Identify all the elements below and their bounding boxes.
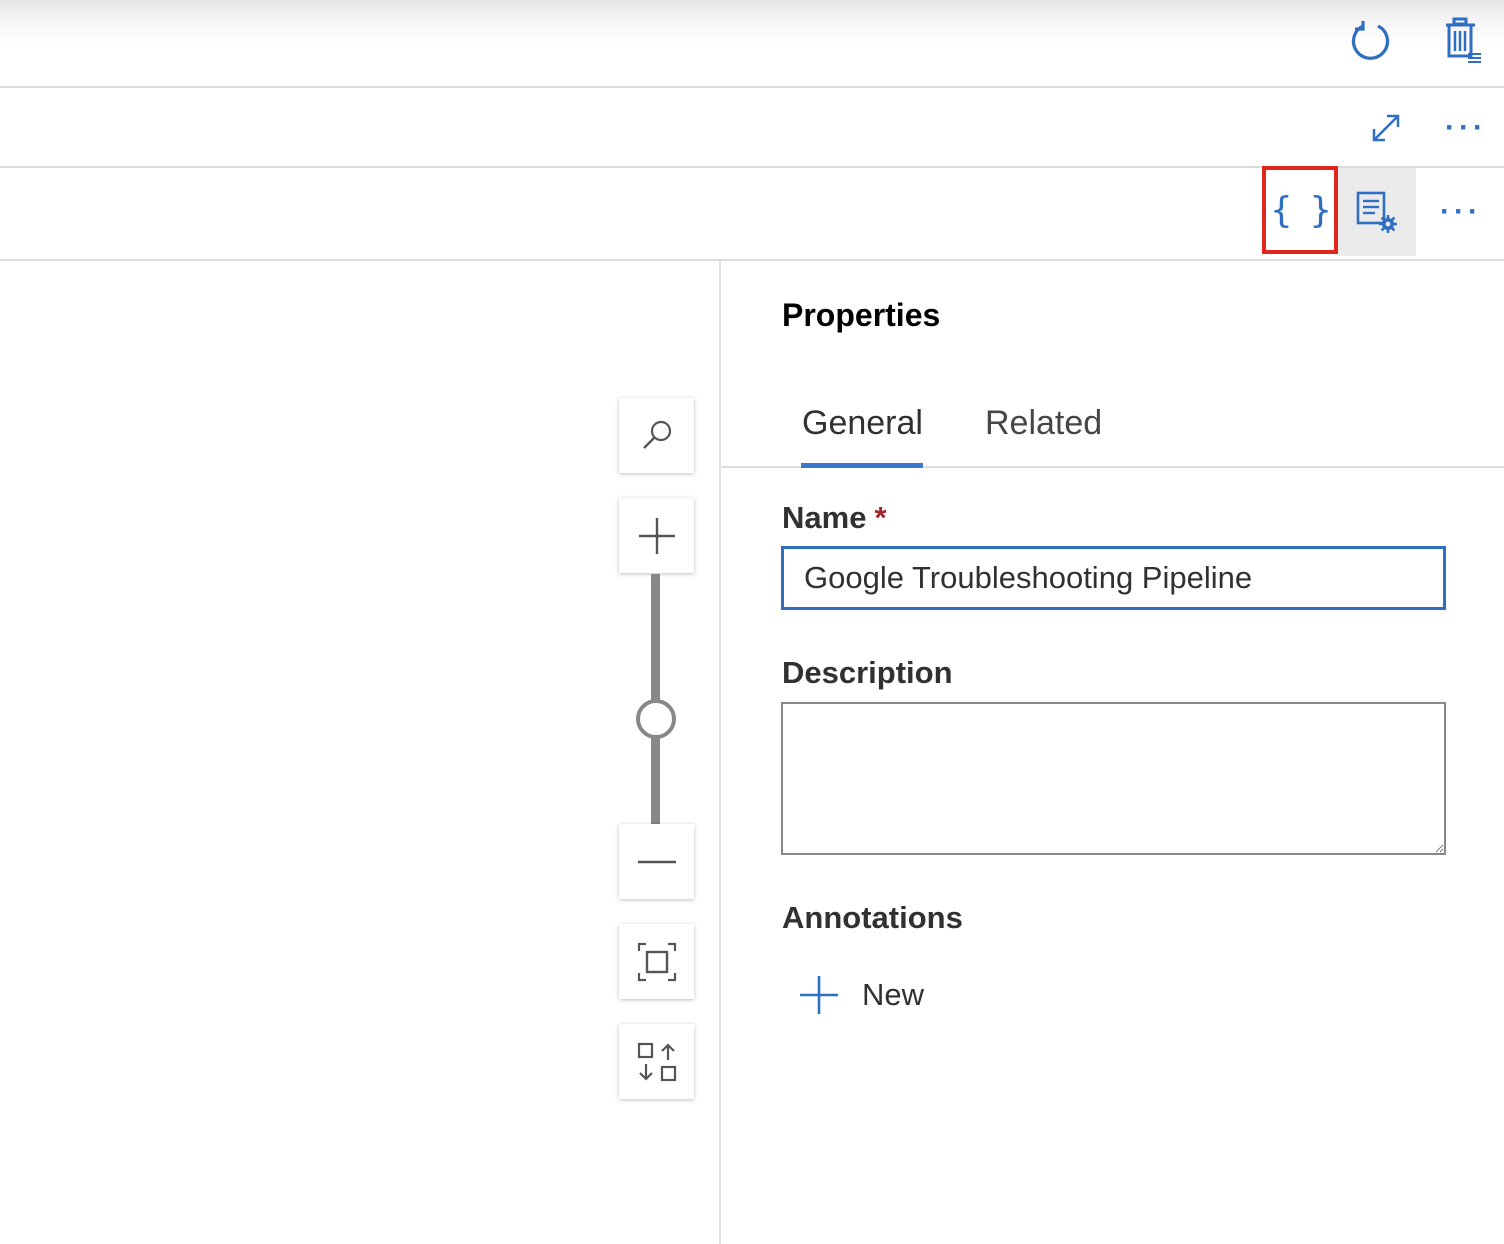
more-icon: ··· xyxy=(1440,195,1482,228)
properties-title: Properties xyxy=(782,297,941,333)
code-view-button[interactable]: { } xyxy=(1262,166,1338,254)
discard-all-icon xyxy=(1446,17,1481,63)
panel-divider xyxy=(719,261,721,1244)
properties-button[interactable] xyxy=(1338,168,1416,256)
top-toolbar xyxy=(0,0,1504,88)
search-canvas-button[interactable] xyxy=(619,398,694,473)
minus-icon xyxy=(637,860,676,863)
refresh-icon xyxy=(1351,21,1390,60)
panel-more-button[interactable]: ··· xyxy=(1432,192,1490,232)
name-field[interactable] xyxy=(781,546,1446,610)
new-annotation-label: New xyxy=(862,977,925,1012)
auto-align-icon xyxy=(637,1042,676,1081)
auto-align-button[interactable] xyxy=(619,1024,694,1099)
refresh-button[interactable] xyxy=(1345,14,1397,66)
tab-general[interactable]: General xyxy=(802,404,923,443)
fit-to-screen-icon xyxy=(637,942,676,981)
name-label-text: Name xyxy=(782,500,867,535)
zoom-in-button[interactable] xyxy=(619,498,694,573)
description-label: Description xyxy=(782,655,953,690)
expand-button[interactable] xyxy=(1364,106,1408,150)
zoom-out-button[interactable] xyxy=(619,824,694,899)
more-icon: ··· xyxy=(1445,111,1487,144)
expand-icon xyxy=(1372,114,1400,142)
fit-to-screen-button[interactable] xyxy=(619,924,694,999)
annotations-label: Annotations xyxy=(782,900,963,935)
properties-settings-icon xyxy=(1356,191,1397,233)
plus-icon xyxy=(638,517,675,554)
plus-icon xyxy=(800,976,838,1014)
description-field[interactable] xyxy=(781,702,1446,855)
active-tab-indicator xyxy=(801,463,923,468)
name-label: Name * xyxy=(782,500,887,536)
canvas-more-button[interactable]: ··· xyxy=(1438,108,1494,148)
required-marker: * xyxy=(874,500,887,535)
search-icon xyxy=(642,420,671,449)
discard-button[interactable] xyxy=(1438,14,1486,66)
canvas-toolbar: ··· xyxy=(0,88,1504,168)
tab-related[interactable]: Related xyxy=(985,404,1102,443)
zoom-slider-thumb[interactable] xyxy=(635,699,676,739)
new-annotation-button[interactable]: New xyxy=(798,970,924,1020)
code-braces-icon: { } xyxy=(1270,189,1331,231)
